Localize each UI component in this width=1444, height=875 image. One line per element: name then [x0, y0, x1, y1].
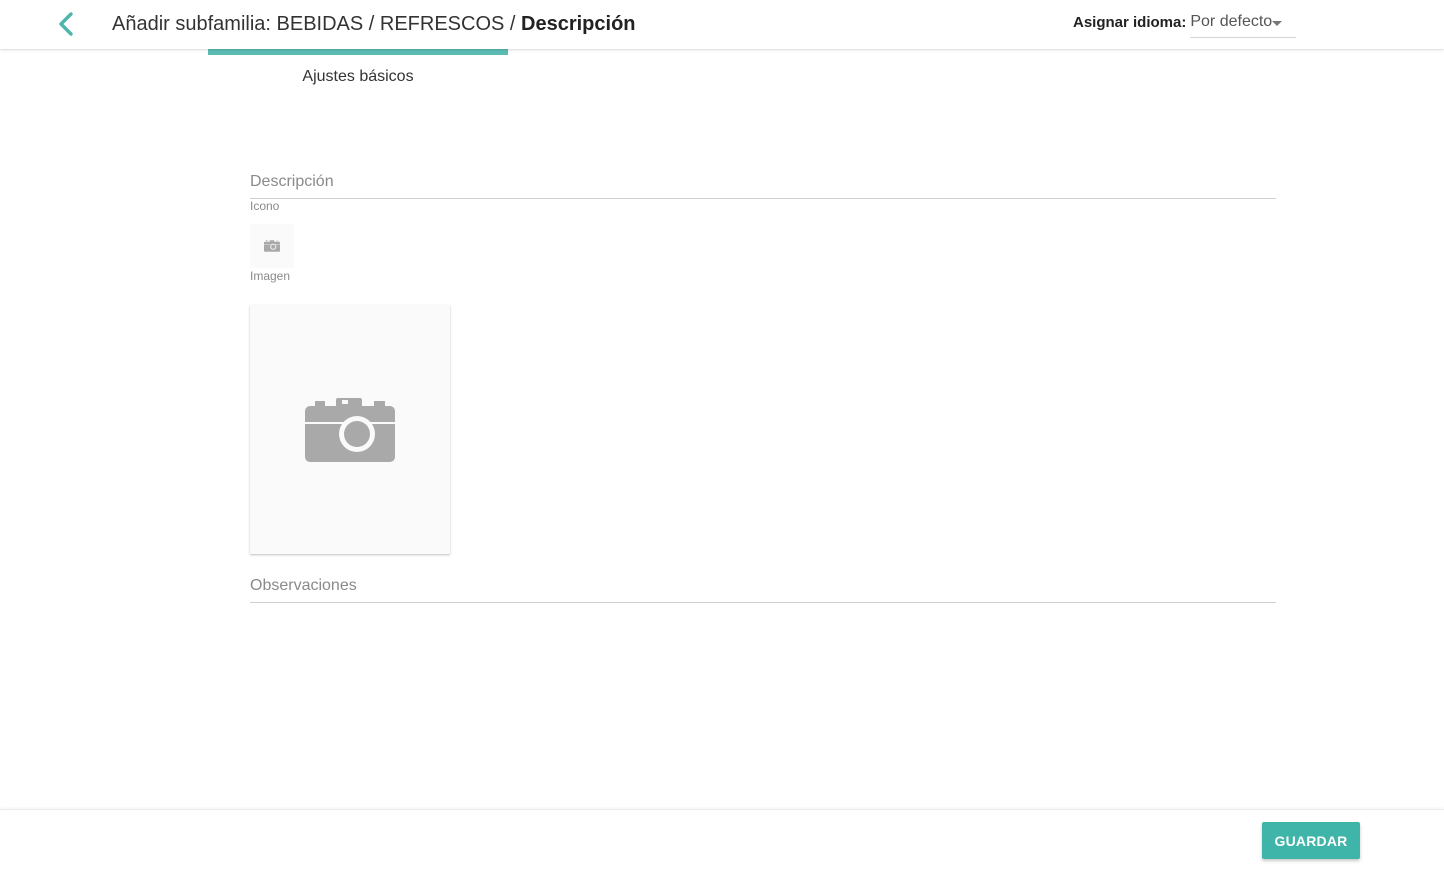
observations-placeholder: Observaciones	[250, 577, 357, 594]
observations-input[interactable]: Observaciones	[250, 573, 1276, 603]
image-upload[interactable]	[250, 305, 450, 554]
icon-label: Icono	[250, 199, 280, 213]
footer-bar: GUARDAR	[0, 809, 1444, 875]
description-input[interactable]: Descripción	[250, 169, 1276, 199]
image-label: Imagen	[250, 269, 291, 283]
breadcrumb: Añadir subfamilia: BEBIDAS / REFRESCOS /	[112, 13, 522, 35]
language-selector: Asignar idioma: Por defecto	[1073, 11, 1297, 39]
dropdown-caret-icon	[1272, 21, 1283, 26]
language-label: Asignar idioma:	[1073, 14, 1187, 31]
back-button[interactable]	[48, 6, 84, 42]
language-dropdown[interactable]: Por defecto	[1190, 11, 1297, 38]
page-title: Añadir subfamilia: BEBIDAS / REFRESCOS /…	[112, 12, 636, 36]
description-placeholder: Descripción	[250, 173, 334, 190]
camera-icon	[264, 240, 280, 252]
chevron-left-icon	[59, 12, 73, 36]
top-bar: Añadir subfamilia: BEBIDAS / REFRESCOS /…	[0, 0, 1444, 49]
icon-upload[interactable]	[250, 224, 294, 268]
camera-icon	[305, 397, 395, 462]
page: Añadir subfamilia: BEBIDAS / REFRESCOS /…	[0, 0, 1444, 875]
save-button[interactable]: GUARDAR	[1262, 822, 1360, 859]
tab-ajustes-basicos[interactable]: Ajustes básicos	[208, 68, 508, 86]
language-value: Por defecto	[1190, 13, 1273, 30]
breadcrumb-current: Descripción	[521, 13, 636, 35]
active-tab-indicator	[208, 49, 508, 55]
